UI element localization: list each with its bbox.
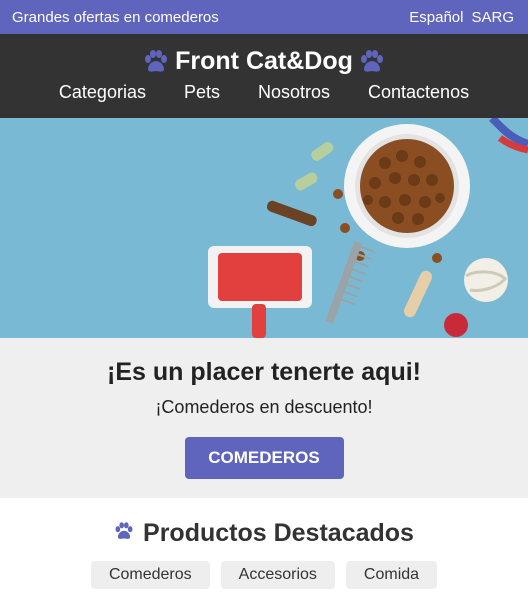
language-selector[interactable]: Español — [409, 9, 463, 26]
nav-item-categorias[interactable]: Categorias — [59, 82, 146, 103]
promo-title: ¡Es un placer tenerte aqui! — [107, 358, 421, 386]
featured-products: Productos Destacados Comederos Accesorio… — [0, 498, 528, 589]
top-bar: Grandes ofertas en comederos Español SAR… — [0, 0, 528, 34]
featured-title-text: Productos Destacados — [143, 519, 414, 547]
promo-text: Grandes ofertas en comederos — [12, 8, 219, 26]
promo-subtitle: ¡Comederos en descuento! — [155, 397, 373, 417]
brand-name: Front Cat&Dog — [175, 47, 353, 75]
nav-item-nosotros[interactable]: Nosotros — [258, 82, 330, 103]
top-bar-options: Español SARG — [409, 9, 514, 26]
pet-products-illustration — [0, 118, 528, 338]
hero-image — [0, 118, 528, 338]
paw-icon — [114, 519, 134, 548]
nav-item-contactenos[interactable]: Contactenos — [368, 82, 469, 103]
featured-title: Productos Destacados — [0, 519, 528, 548]
paw-icon — [359, 49, 385, 74]
tab-comida[interactable]: Comida — [345, 561, 438, 589]
tab-accesorios[interactable]: Accesorios — [220, 561, 335, 589]
brand[interactable]: Front Cat&Dog — [0, 34, 528, 80]
category-tabs: Comederos Accesorios Comida — [0, 561, 528, 589]
tab-comederos[interactable]: Comederos — [90, 561, 210, 589]
promo-banner: ¡Es un placer tenerte aqui! ¡Comederos e… — [0, 338, 528, 498]
comederos-button[interactable]: COMEDEROS — [184, 437, 344, 479]
main-nav: Categorias Pets Nosotros Contactenos — [0, 82, 528, 103]
site-header: Front Cat&Dog Categorias Pets Nosotros C… — [0, 34, 528, 118]
nav-item-pets[interactable]: Pets — [184, 82, 220, 103]
currency-selector[interactable]: SARG — [471, 9, 514, 26]
paw-icon — [143, 49, 169, 74]
